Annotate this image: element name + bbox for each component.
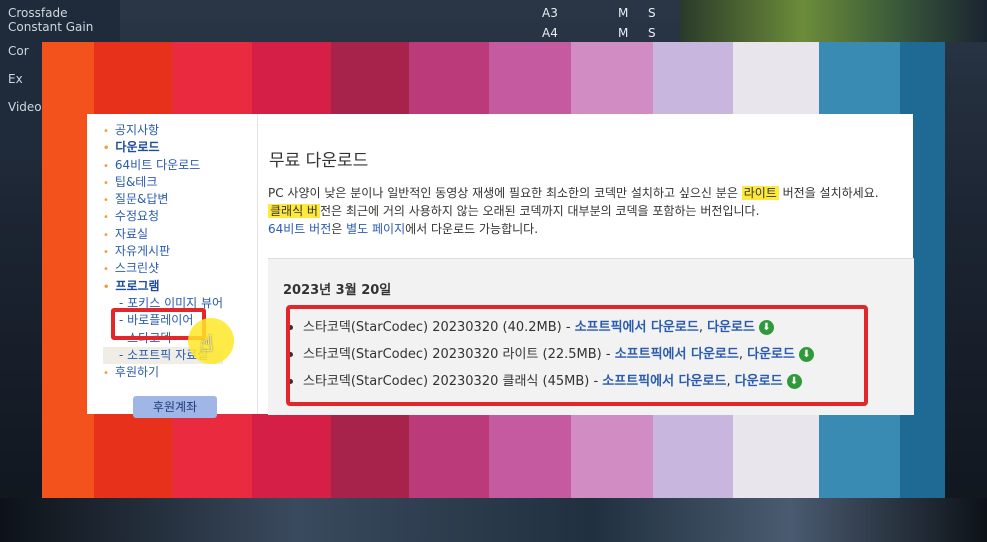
desc-line-3: 64비트 버전은 별도 페이지에서 다운로드 가능합니다. [268,222,539,236]
bullet-icon: • [103,177,109,189]
sidebar-item[interactable]: • 후원하기 [103,364,223,381]
donate-button[interactable]: 후원계좌 [133,396,217,418]
track-label: A4 [542,26,558,40]
bullet-icon: • [103,281,110,293]
highlight-classic: 클래식 버 [268,204,320,218]
highlight-lite: 라이트 [741,186,779,200]
desc-line-1: PC 사양이 낮은 분이나 일반적인 동영상 재생에 필요한 최소한의 코덱만 … [268,186,879,200]
sidebar-item-label: 자유게시판 [114,244,171,259]
track-solo: S [648,26,656,40]
sidebar-item-label: 수정요청 [114,209,160,224]
sidebar-item-label: 스크린샷 [114,261,160,276]
sidebar-item-label: 자료실 [114,226,149,241]
track-solo: S [648,6,656,20]
track-mute: M [618,6,629,20]
bullet-icon: • [103,229,109,241]
timeline-preview [680,0,987,42]
description: PC 사양이 낮은 분이나 일반적인 동영상 재생에 필요한 최소한의 코덱만 … [268,184,918,238]
bullet-icon: • [103,264,109,276]
track-label: A3 [542,6,558,20]
sidebar-item[interactable]: • 프로그램 [103,278,223,295]
editor-row: Constant Gain [8,20,94,34]
release-date: 2023년 3월 20일 [283,283,392,298]
annotation-box-downloads [286,305,868,406]
sidebar-item[interactable]: • 수정요청 [103,208,223,225]
sidebar-item[interactable]: • 스크린샷 [103,260,223,277]
sidebar: • 공지사항 • 다운로드 • 64비트 다운로드 • 팁&테크 • 질문&답변 • 수정요청 • 자료실… [87,114,257,418]
editor-row: Crossfade [8,6,68,20]
link-separate-page[interactable]: 별도 페이지 [346,222,405,236]
bullet-icon: • [103,195,109,207]
link-64bit[interactable]: 64비트 버전 [268,222,331,236]
sidebar-item[interactable]: • 질문&답변 [103,191,223,208]
sidebar-item-label: 질문&답변 [114,192,169,207]
sidebar-item[interactable]: • 자유게시판 [103,243,223,260]
keyboard-blur [0,498,987,542]
bullet-icon: • [103,126,109,137]
sidebar-item[interactable]: • 자료실 [103,226,223,243]
bullet-icon: • [103,160,109,172]
sidebar-item[interactable]: • 64비트 다운로드 [103,157,223,174]
hand-cursor-icon: ☝ [200,332,214,357]
editor-row: Cor [8,44,29,58]
sidebar-item-label: 후원하기 [114,365,160,380]
sidebar-item[interactable]: • 팁&테크 [103,174,223,191]
bullet-icon: • [103,143,110,155]
desc-line-2: 클래식 버 전은 최근에 거의 사용하지 않는 오래된 코덱까지 대부분의 코덱을… [268,204,760,218]
track-mute: M [618,26,629,40]
sidebar-item-label: 프로그램 [115,278,160,293]
bullet-icon: • [103,247,109,259]
editor-row: Ex [8,72,23,86]
sidebar-item[interactable]: • 공지사항 [103,122,223,139]
bullet-icon: • [103,368,109,380]
sidebar-item-label: 다운로드 [115,140,160,155]
sidebar-item-label: 공지사항 [114,123,160,137]
editor-row: Video [8,100,42,114]
bullet-icon: • [103,212,109,224]
sidebar-item[interactable]: • 다운로드 [103,139,223,156]
sidebar-item-label: 팁&테크 [114,174,158,189]
sidebar-item-label: 64비트 다운로드 [114,157,201,172]
page-title: 무료 다운로드 [269,151,369,171]
